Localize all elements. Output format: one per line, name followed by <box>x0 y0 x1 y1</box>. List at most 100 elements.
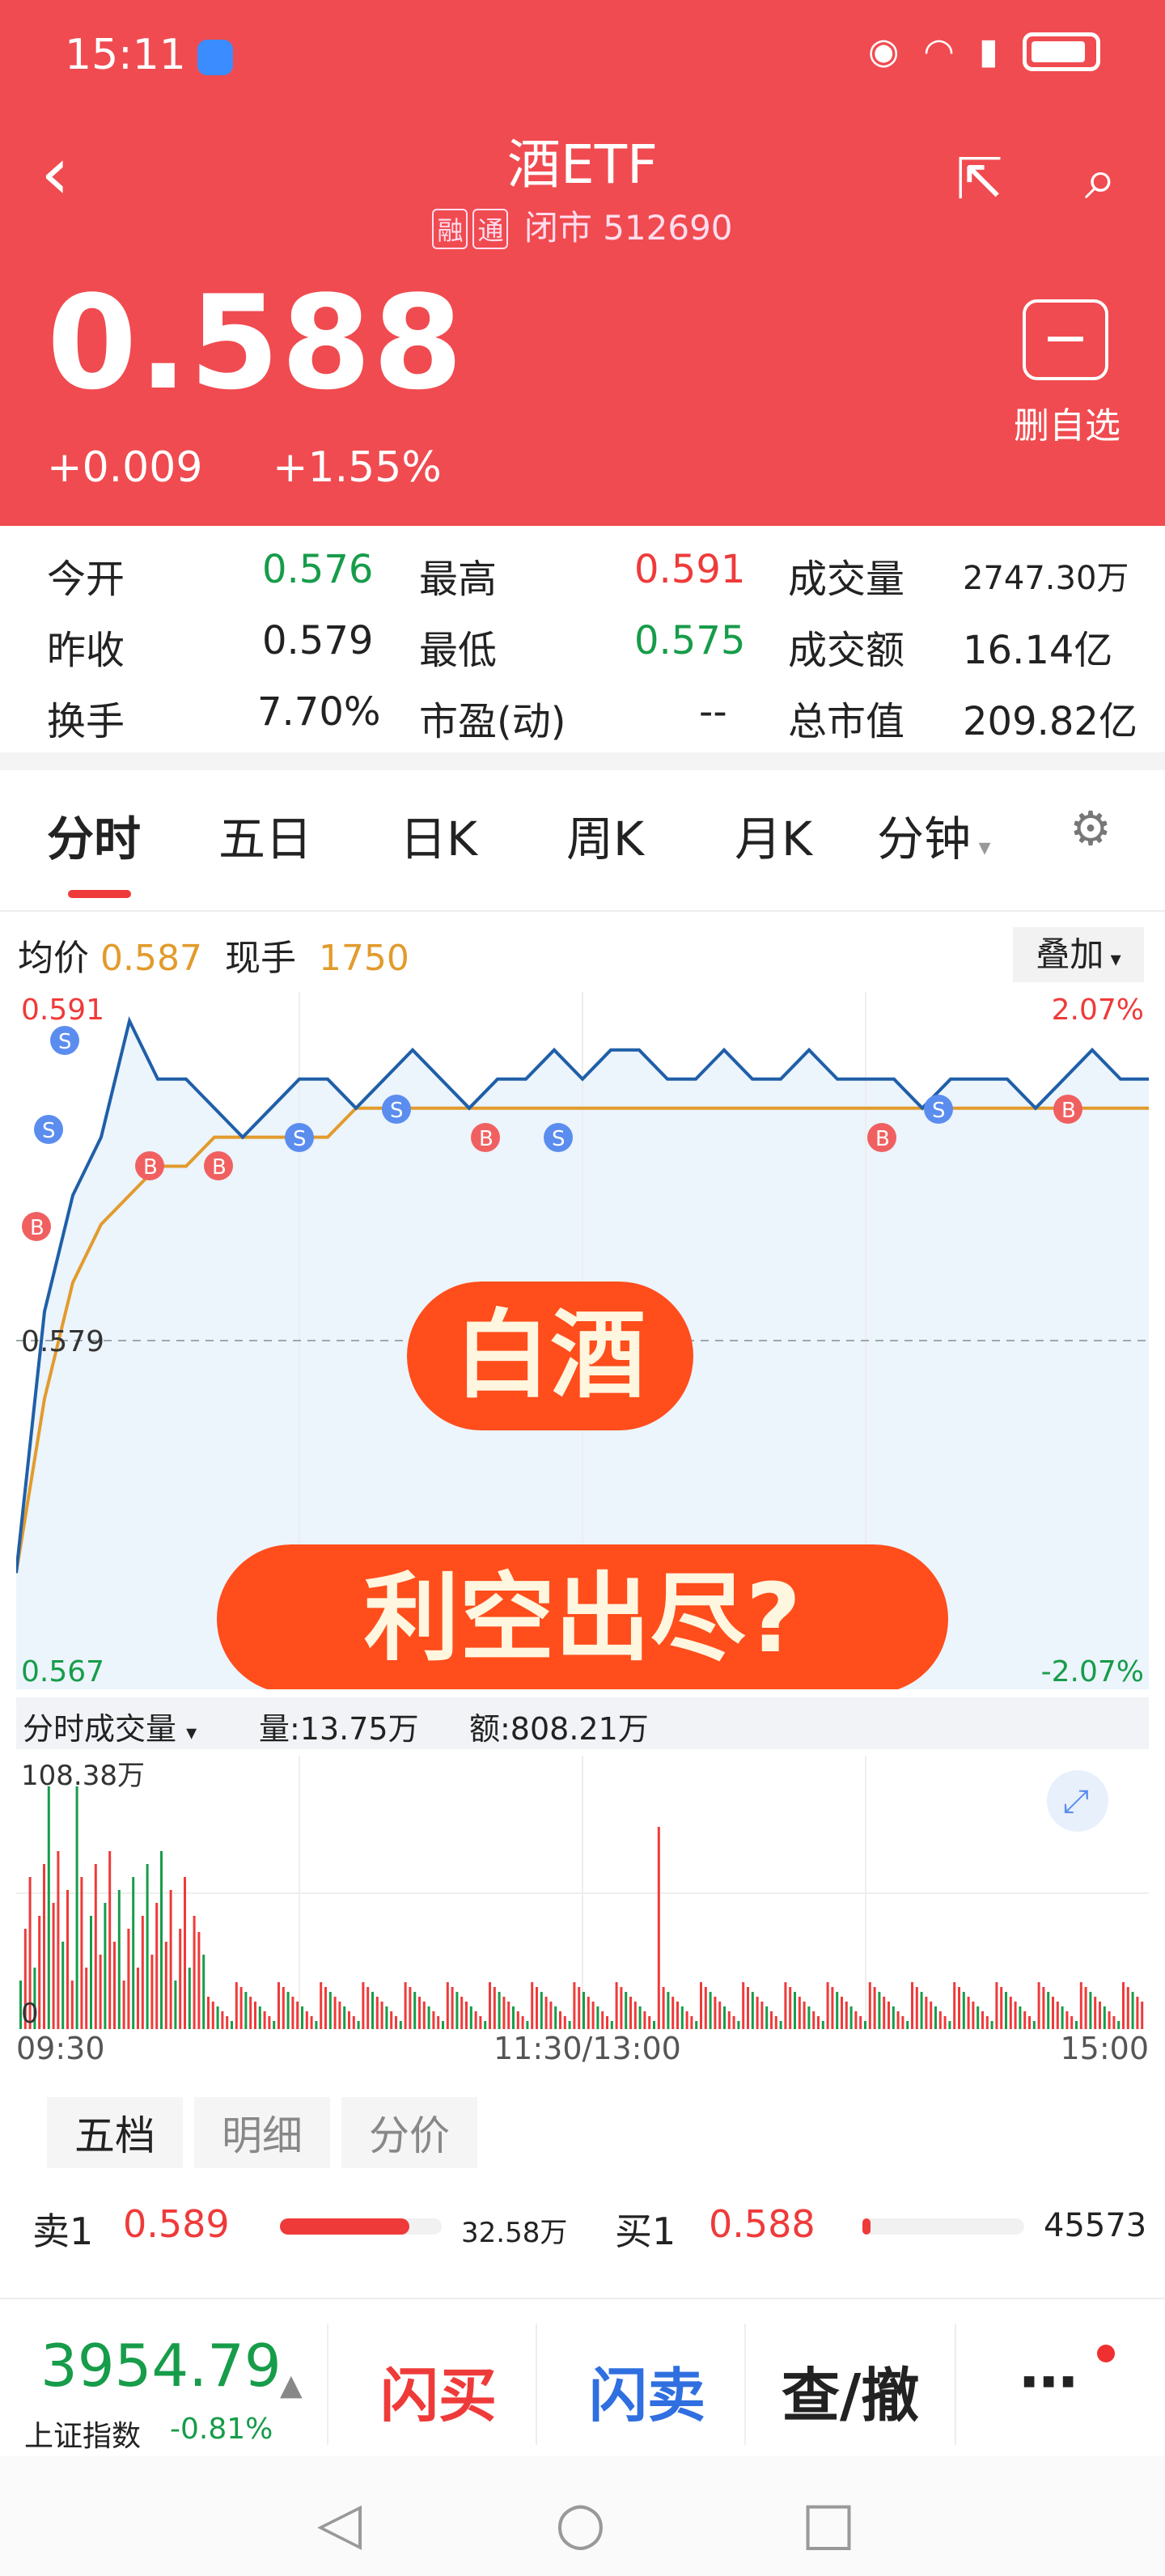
share-icon[interactable]: ⇱ <box>955 146 1003 212</box>
remove-watchlist-label[interactable]: 删自选 <box>1014 396 1121 448</box>
volume-bar <box>179 1929 182 2029</box>
volume-bar <box>371 1992 374 2029</box>
volume-bar <box>193 1916 196 2029</box>
avg-price: 0.587 <box>100 938 202 979</box>
volume-bar <box>685 2011 688 2029</box>
volume-bar <box>94 1864 97 2029</box>
axis-pct-low: -2.07% <box>1041 1655 1144 1688</box>
volume-bar <box>803 2002 806 2029</box>
price-change: +0.009 +1.55% <box>47 443 498 492</box>
remove-watchlist-button[interactable]: − <box>1023 299 1108 380</box>
volume-bar <box>127 1929 130 2029</box>
tab-price-dist[interactable]: 分价 <box>341 2097 477 2168</box>
volume-chart: 108.38万 0 ⤢ <box>16 1756 1149 2029</box>
tab-five-day[interactable]: 五日 <box>218 801 312 869</box>
volume-bar <box>324 1987 327 2029</box>
volume-bar <box>343 2006 346 2029</box>
stat-label: 成交量 <box>788 557 905 602</box>
volume-bar <box>296 2002 299 2029</box>
settings-icon[interactable]: ⚙ <box>1070 801 1112 856</box>
volume-bar <box>390 2011 393 2029</box>
volume-bar <box>606 2016 608 2029</box>
volume-bar <box>38 1916 41 2029</box>
nav-back-icon[interactable]: ◁ <box>317 2489 362 2557</box>
tab-weekly-k[interactable]: 周K <box>566 801 644 869</box>
volume-bar <box>807 2006 811 2029</box>
volume-bar <box>310 2016 313 2029</box>
overlay-button[interactable]: 叠加 ▾ <box>1013 927 1144 982</box>
tab-detail[interactable]: 明细 <box>194 2097 330 2168</box>
volume-bar <box>643 2011 646 2029</box>
volume-bar <box>1094 1997 1097 2029</box>
volume-bar <box>197 1932 201 2029</box>
svg-text:S: S <box>552 1127 566 1151</box>
tab-monthly-k[interactable]: 月K <box>735 801 812 869</box>
quick-buy-button[interactable]: 闪买 <box>380 2348 497 2433</box>
volume-bar <box>751 1992 754 2029</box>
volume-bar <box>502 1997 506 2029</box>
volume-bar <box>920 1992 923 2029</box>
tab-minute[interactable]: 分钟 ▾ <box>877 801 991 869</box>
volume-bar <box>892 2006 895 2029</box>
buy-bar-fill <box>862 2218 871 2235</box>
separator <box>955 2324 956 2445</box>
volume-bar <box>484 2021 487 2029</box>
volume-bar <box>1084 1987 1087 2029</box>
tab-daily-k[interactable]: 日K <box>400 801 477 869</box>
change-percent: +1.55% <box>272 443 442 492</box>
search-icon[interactable]: ⌕ <box>1085 146 1116 213</box>
tab-intraday[interactable]: 分时 <box>47 801 141 869</box>
volume-bar <box>146 1864 149 2029</box>
quote-stats: 今开 0.576 最高 0.591 成交量 2747.30万 昨收 0.579 … <box>0 534 1165 744</box>
volume-bar <box>638 2006 642 2029</box>
volume-bar <box>915 1987 918 2029</box>
volume-bar <box>507 2002 510 2029</box>
stat-value: 209.82亿 <box>963 699 1137 744</box>
volume-bar <box>883 1997 886 2029</box>
volume-bar <box>657 1827 660 2029</box>
volume-bar <box>700 1982 702 2029</box>
query-cancel-button[interactable]: 查/撤 <box>782 2348 919 2433</box>
volume-selector[interactable]: 分时成交量 ▾ <box>23 1704 197 1748</box>
volume-bar <box>320 1982 323 2029</box>
volume-bar <box>437 2016 440 2029</box>
eye-icon: ◉ <box>867 31 900 72</box>
volume-bar <box>784 1982 787 2029</box>
stat-value: 0.579 <box>262 618 374 663</box>
nav-home-icon[interactable]: ○ <box>555 2489 606 2557</box>
stat-value: 0.575 <box>634 618 746 663</box>
intraday-chart: S S B B B S S B S B S B 0.591 0.579 0.56… <box>16 992 1149 1689</box>
volume-bar <box>221 2011 224 2029</box>
volume-bar <box>812 2011 816 2029</box>
svg-text:B: B <box>30 1216 44 1240</box>
volume-bar <box>451 1987 454 2029</box>
message-icon <box>197 40 233 75</box>
volume-bar <box>132 1877 135 2029</box>
tab-five-levels[interactable]: 五档 <box>47 2097 183 2168</box>
stats-row: 昨收 0.579 最低 0.575 成交额 16.14亿 <box>0 618 1165 683</box>
volume-bar <box>1028 2016 1031 2029</box>
volume-bar <box>1032 2021 1036 2029</box>
volume-bar <box>1131 1992 1134 2029</box>
quick-sell-button[interactable]: 闪卖 <box>589 2348 705 2433</box>
volume-bar <box>798 1997 801 2029</box>
index-value[interactable]: 3954.79 <box>40 2332 282 2400</box>
svg-text:B: B <box>479 1127 494 1151</box>
volume-bar <box>620 1987 623 2029</box>
volume-bar <box>563 2016 566 2029</box>
volume-bar <box>315 2021 318 2029</box>
volume-bar <box>1136 1997 1139 2029</box>
volume-bar <box>268 2016 271 2029</box>
stat-label: 总市值 <box>788 699 905 744</box>
system-nav: ◁ ○ □ <box>0 2456 1165 2576</box>
nav-recents-icon[interactable]: □ <box>801 2489 856 2557</box>
volume-bar <box>239 1987 243 2029</box>
stat-value: 2747.30万 <box>963 560 1129 597</box>
volume-bar <box>113 1942 116 2029</box>
status-time: 15:11 <box>65 31 233 79</box>
volume-bar <box>338 2002 341 2029</box>
volume-bar <box>99 1955 102 2029</box>
more-icon[interactable]: ⋯ <box>1019 2348 1078 2416</box>
volume-bar <box>695 2021 698 2029</box>
volume-bar <box>680 2006 684 2029</box>
